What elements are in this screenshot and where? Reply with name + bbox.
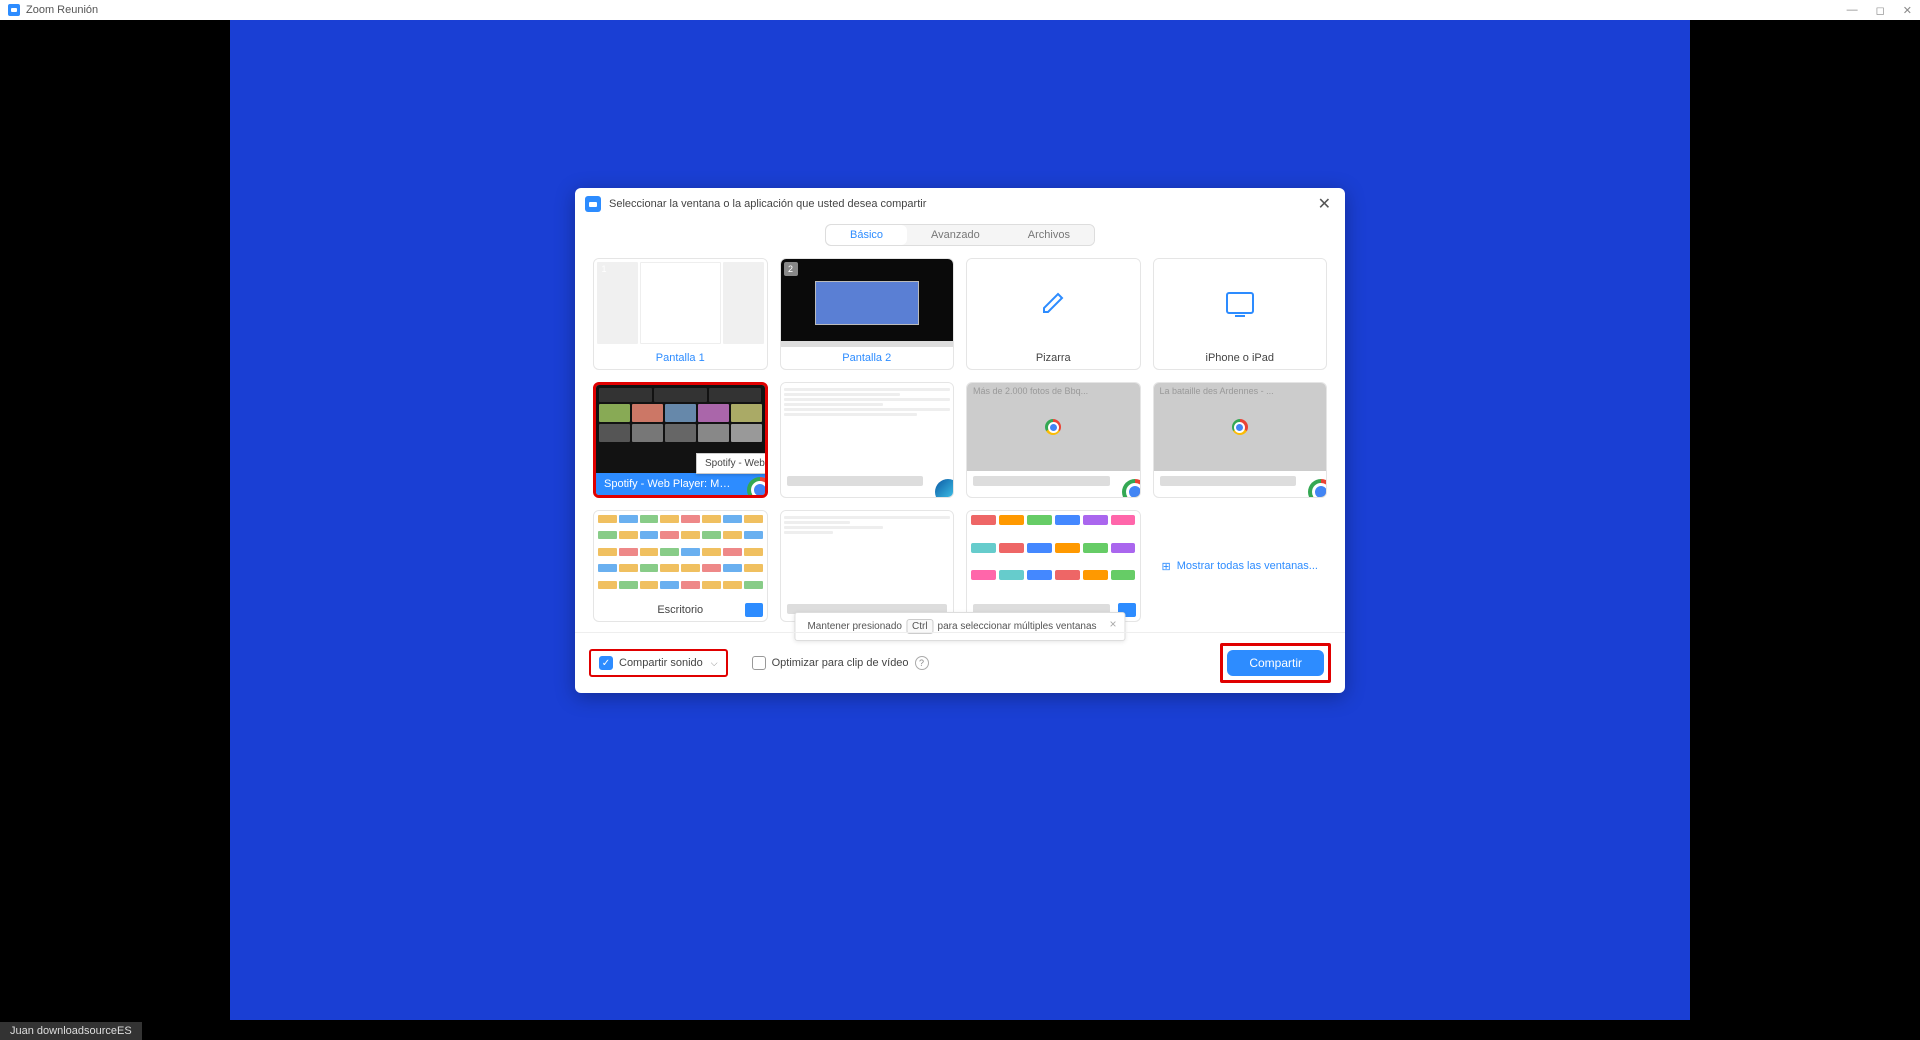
dialog-title: Seleccionar la ventana o la aplicación q…	[609, 198, 1314, 210]
close-button[interactable]: ✕	[1903, 4, 1912, 17]
tile-label: Pizarra	[967, 347, 1140, 369]
tile-settings[interactable]	[966, 510, 1141, 622]
tile-chrome-bbq[interactable]: Más de 2.000 fotos de Bbq...	[966, 382, 1141, 498]
tile-label	[973, 476, 1110, 486]
tile-screen-2[interactable]: 2 Pantalla 2	[780, 258, 955, 370]
tile-whiteboard[interactable]: Pizarra	[966, 258, 1141, 370]
minimize-button[interactable]: —	[1847, 4, 1858, 17]
tile-desktop[interactable]: Escritorio	[593, 510, 768, 622]
dialog-footer: ✓ Compartir sonido ⌵ Optimizar para clip…	[575, 632, 1345, 693]
windows-icon: ⊞	[1162, 560, 1171, 573]
screen-number-badge: 1	[597, 262, 611, 276]
watermark: Juan downloadsourceES	[0, 1022, 142, 1040]
tile-label: Pantalla 2	[781, 347, 954, 369]
tile-explorer-2[interactable]	[780, 510, 955, 622]
share-tabs: Básico Avanzado Archivos	[575, 220, 1345, 254]
tab-advanced[interactable]: Avanzado	[907, 225, 1004, 245]
screen-number-badge: 2	[784, 262, 798, 276]
window-title-overlay: Más de 2.000 fotos de Bbq...	[973, 386, 1134, 396]
tab-basic[interactable]: Básico	[826, 225, 907, 245]
zoom-app-icon	[8, 4, 20, 16]
tile-label: Escritorio	[594, 599, 767, 621]
tile-label: iPhone o iPad	[1154, 347, 1327, 369]
chevron-down-icon[interactable]: ⌵	[711, 658, 718, 669]
meeting-stage: Seleccionar la ventana o la aplicación q…	[0, 20, 1920, 1020]
share-button[interactable]: Compartir	[1227, 650, 1324, 676]
share-screen-dialog: Seleccionar la ventana o la aplicación q…	[575, 188, 1345, 693]
tile-label: Spotify - Web Player: Music for e...	[596, 473, 765, 495]
window-titlebar: Zoom Reunión — ◻ ✕	[0, 0, 1920, 20]
tile-edge-window[interactable]	[780, 382, 955, 498]
tile-chrome-ardennes[interactable]: La bataille des Ardennes - ...	[1153, 382, 1328, 498]
tile-iphone-ipad[interactable]: iPhone o iPad	[1153, 258, 1328, 370]
help-icon[interactable]: ?	[915, 656, 929, 670]
chrome-icon	[747, 477, 768, 498]
tab-files[interactable]: Archivos	[1004, 225, 1094, 245]
tile-label: Pantalla 1	[594, 347, 767, 369]
zoom-icon	[585, 196, 601, 212]
window-title-overlay: La bataille des Ardennes - ...	[1160, 386, 1321, 396]
window-title: Zoom Reunión	[26, 4, 98, 16]
show-all-windows-link[interactable]: ⊞ Mostrar todas las ventanas...	[1153, 510, 1328, 622]
maximize-button[interactable]: ◻	[1876, 4, 1885, 17]
tile-label	[1160, 476, 1297, 486]
chrome-icon	[1045, 419, 1061, 435]
tile-label	[787, 476, 924, 486]
chrome-icon	[1308, 479, 1327, 498]
dialog-close-button[interactable]: ✕	[1314, 194, 1335, 214]
tile-screen-1[interactable]: 1 Pantalla 1	[593, 258, 768, 370]
pencil-icon	[1041, 291, 1065, 315]
hint-close-button[interactable]: ×	[1110, 617, 1117, 631]
share-sound-checkbox[interactable]: ✓	[599, 656, 613, 670]
tile-spotify-chrome[interactable]: Spotify - Web Player: Music for e... Spo…	[593, 382, 768, 498]
chrome-icon	[1122, 479, 1141, 498]
share-sound-option[interactable]: ✓ Compartir sonido ⌵	[589, 649, 728, 677]
edge-icon	[935, 479, 954, 498]
desktop-icon	[745, 603, 763, 617]
video-background: Seleccionar la ventana o la aplicación q…	[230, 20, 1690, 1020]
device-icon	[1226, 292, 1254, 314]
chrome-icon	[1232, 419, 1248, 435]
share-options-grid: 1 Pantalla 1 2 Pantalla 2 Pi	[575, 254, 1345, 632]
optimize-video-checkbox[interactable]	[752, 656, 766, 670]
tooltip: Spotify - Web Player: Music for everyone…	[696, 453, 768, 474]
optimize-video-option[interactable]: Optimizar para clip de vídeo ?	[744, 651, 937, 675]
